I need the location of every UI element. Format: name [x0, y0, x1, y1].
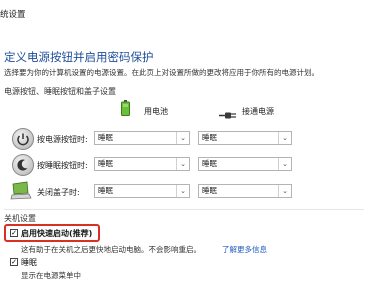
window-title: 统设置: [0, 10, 26, 20]
column-battery: 用电池: [144, 107, 168, 116]
chevron-down-icon: ⌄: [176, 185, 189, 197]
fast-startup-label: 启用快速启动(推荐): [21, 229, 93, 238]
chevron-down-icon: ⌄: [278, 185, 291, 197]
chevron-down-icon: ⌄: [278, 158, 291, 170]
sleep-option-description: 显示在电源菜单中: [21, 271, 81, 280]
sleep-option-label: 睡眠: [21, 258, 37, 267]
close-lid-label: 关闭盖子时:: [37, 188, 80, 197]
chevron-down-icon: ⌄: [176, 132, 189, 144]
power-button-icon: [12, 128, 34, 150]
close-lid-plugged-select[interactable]: 睡眠 ⌄: [198, 184, 292, 198]
learn-more-link[interactable]: 了解更多信息: [222, 244, 267, 255]
sleep-checkbox[interactable]: ✓: [10, 258, 18, 266]
power-button-label: 按电源按钮时:: [37, 135, 88, 144]
chevron-down-icon: ⌄: [278, 132, 291, 144]
column-plugged-in: 接通电源: [242, 107, 274, 116]
section-divider: [4, 209, 364, 210]
power-button-battery-select[interactable]: 睡眠 ⌄: [94, 131, 190, 145]
select-value: 睡眠: [98, 159, 113, 168]
page-title: 定义电源按钮并启用密码保护: [4, 50, 154, 64]
sleep-button-icon: [12, 154, 34, 176]
sleep-button-plugged-select[interactable]: 睡眠 ⌄: [198, 157, 292, 171]
select-value: 睡眠: [98, 186, 113, 195]
laptop-lid-icon: [10, 181, 32, 201]
select-value: 睡眠: [202, 133, 217, 142]
sleep-button-label: 按睡眠按钮时:: [37, 161, 88, 170]
page-description: 选择要为你的计算机设置的电源设置。在此页上对设置所做的更改将应用于你所有的电源计…: [4, 68, 319, 77]
select-value: 睡眠: [202, 159, 217, 168]
shutdown-section-label: 关机设置: [4, 214, 36, 223]
battery-icon: [121, 100, 130, 116]
fast-startup-description: 这有助于在关机之后更快地启动电脑。不会影响重启。: [21, 245, 201, 254]
fast-startup-checkbox[interactable]: ✓: [10, 229, 18, 237]
close-lid-battery-select[interactable]: 睡眠 ⌄: [94, 184, 190, 198]
chevron-down-icon: ⌄: [176, 158, 189, 170]
power-section-label: 电源按钮、睡眠按钮和盖子设置: [4, 87, 116, 96]
select-value: 睡眠: [98, 133, 113, 142]
sleep-button-battery-select[interactable]: 睡眠 ⌄: [94, 157, 190, 171]
power-button-plugged-select[interactable]: 睡眠 ⌄: [198, 131, 292, 145]
power-plug-icon: [219, 105, 237, 119]
select-value: 睡眠: [202, 186, 217, 195]
